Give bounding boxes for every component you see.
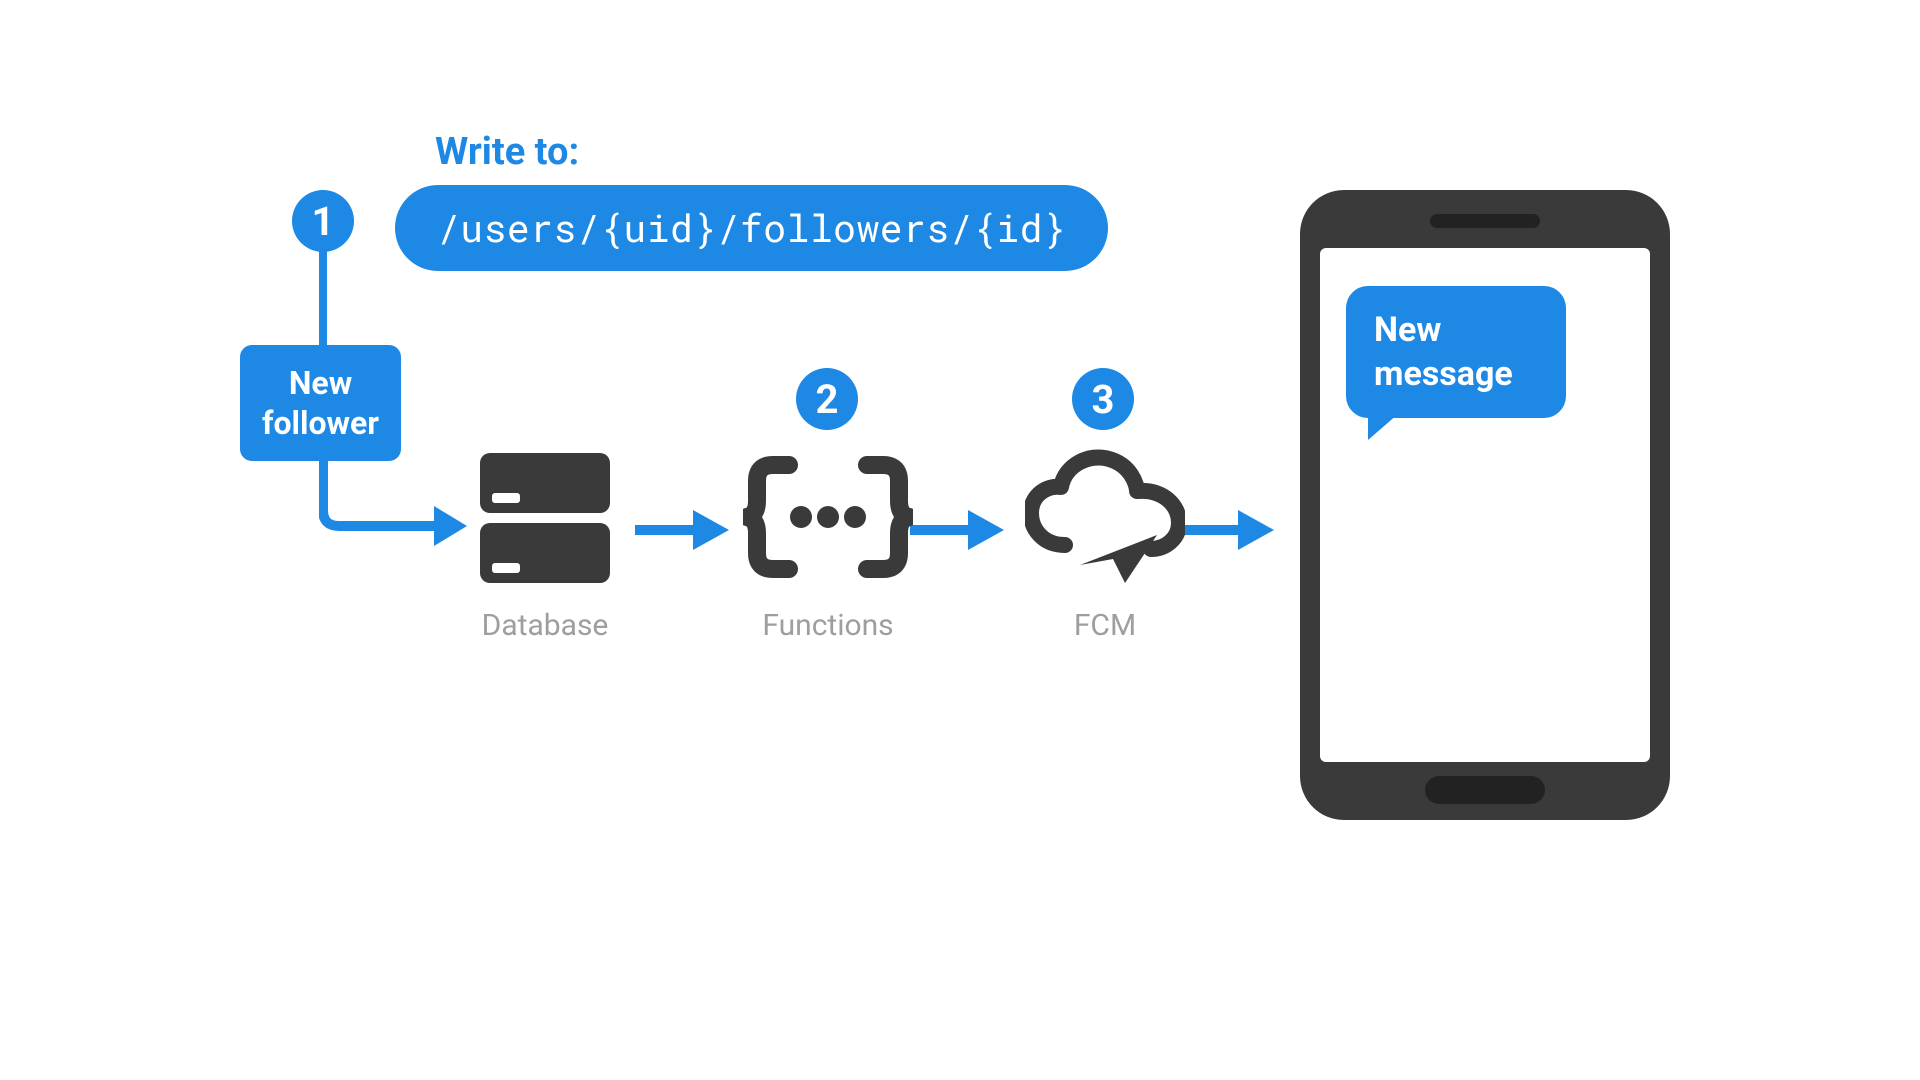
cloud-send-icon — [1025, 445, 1185, 594]
node-database-caption: Database — [465, 608, 625, 643]
phone-speaker — [1430, 214, 1540, 228]
node-fcm: FCM — [1025, 445, 1185, 643]
database-icon — [465, 445, 625, 594]
node-fcm-caption: FCM — [1025, 608, 1185, 643]
phone-body: New message — [1300, 190, 1670, 820]
arrow-fcm-to-phone — [1180, 520, 1275, 540]
database-path-pill: /users/{uid}/followers/{id} — [395, 185, 1108, 271]
diagram-canvas: Write to: /users/{uid}/followers/{id} 1 … — [240, 130, 1700, 830]
functions-icon — [738, 445, 918, 594]
new-follower-line2: follower — [262, 404, 379, 442]
elbow-arrow — [319, 440, 469, 550]
arrow-db-to-functions — [635, 520, 730, 540]
new-follower-line1: New — [289, 364, 352, 402]
write-to-label: Write to: — [435, 130, 579, 174]
node-functions: Functions — [738, 445, 918, 643]
message-bubble: New message — [1346, 286, 1566, 418]
phone-home-button — [1425, 776, 1545, 804]
node-functions-caption: Functions — [738, 608, 918, 643]
node-database: Database — [465, 445, 625, 643]
phone-screen: New message — [1320, 248, 1650, 762]
step-badge-2: 2 — [796, 368, 858, 430]
bubble-line1: New — [1374, 310, 1441, 350]
step-badge-1: 1 — [292, 190, 354, 252]
connector-line — [319, 250, 327, 350]
bubble-tail-icon — [1368, 414, 1398, 440]
step-badge-3: 3 — [1072, 368, 1134, 430]
bubble-line2: message — [1374, 354, 1513, 394]
arrow-functions-to-fcm — [910, 520, 1005, 540]
phone-device: New message — [1300, 190, 1670, 820]
